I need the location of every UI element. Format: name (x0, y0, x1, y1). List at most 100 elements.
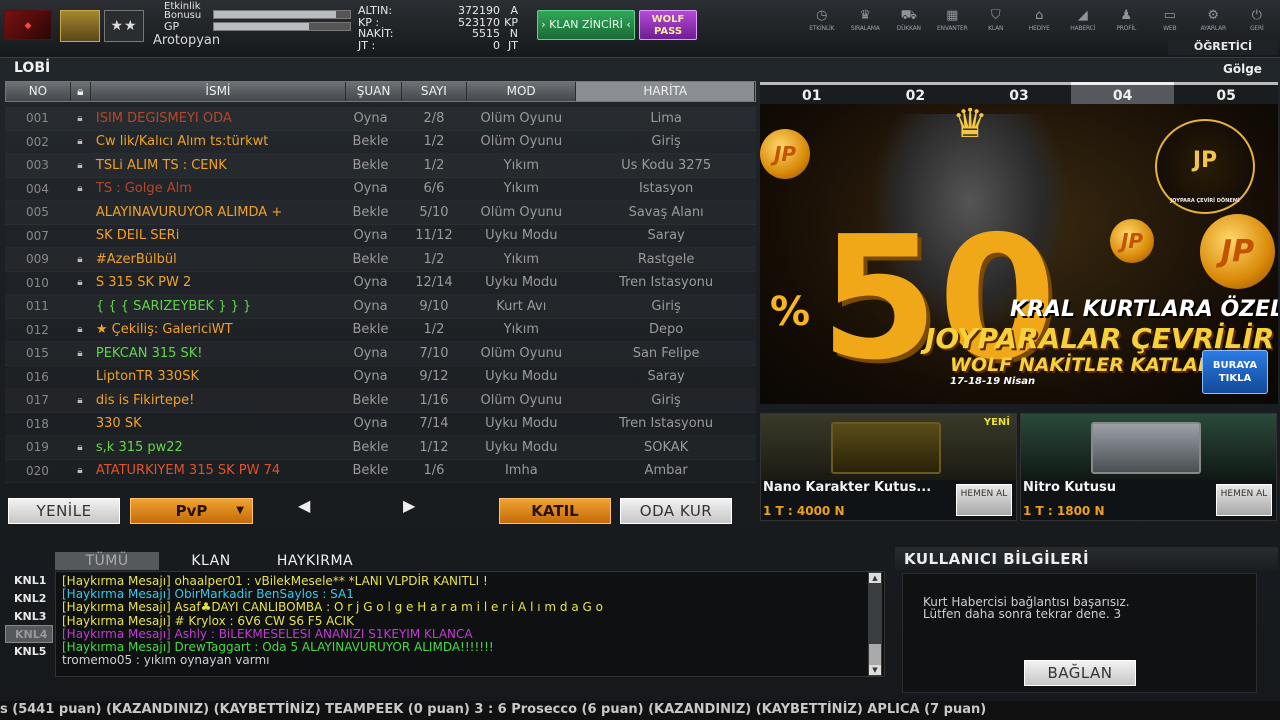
column-name[interactable]: İSMİ (91, 82, 347, 101)
banner-tab-05[interactable]: 05 (1174, 82, 1278, 104)
promo-banner[interactable]: ♛ 50 % JP JP JP JP JOYPARA ÇEVİRİ DÖNEMİ … (760, 104, 1278, 404)
tutor-button[interactable]: ÖĞRETİCİ (1168, 39, 1278, 55)
column-mode[interactable]: MOD (467, 82, 577, 101)
room-row[interactable]: 012 🔒︎ ★ Çekiliş: GalericiWT Bekle 1/2 Yıkım D… (5, 319, 756, 343)
room-map: Giriş (651, 298, 681, 314)
banner-tabs: 01 02 03 04 05 (760, 82, 1278, 104)
room-name: TS : Golge Alm (95, 181, 192, 197)
power-icon: ⏻ (1251, 8, 1262, 23)
chat-tab[interactable]: KLAN (159, 552, 263, 570)
klan-chain-button[interactable]: › KLAN ZİNCİRİ ‹ (537, 10, 635, 40)
nav-gift[interactable]: ⌂ HEDİYE (1018, 8, 1062, 38)
banner-tab-02[interactable]: 02 (863, 82, 968, 104)
banner-tab-01[interactable]: 01 (760, 82, 864, 104)
connect-button[interactable]: BAĞLAN (1024, 660, 1136, 686)
shop-item[interactable]: Nitro Kutusu 1 T : 1800 N HEMEN AL (1020, 413, 1277, 521)
cart-icon: ⛟ (900, 8, 917, 23)
currency-unit: A (510, 4, 518, 17)
nav-clock[interactable]: ◷ ETKİNLİK (800, 8, 844, 38)
create-room-button[interactable]: ODA KUR (620, 498, 732, 524)
nav-power[interactable]: ⏻ GERİ (1235, 8, 1279, 38)
user-info-line-2: Lütfen daha sonra tekrar dene. 3 (923, 607, 1122, 621)
chat-tab[interactable]: TÜMÜ (55, 552, 159, 570)
room-row[interactable]: 019 🔒︎ s,k 315 pw22 Bekle 1/12 Uyku Modu SOKAK (5, 436, 756, 460)
room-row[interactable]: 004 🔒︎ TS : Golge Alm Oyna 6/6 Yıkım İstasyon (5, 178, 756, 202)
buy-now-button[interactable]: HEMEN AL (1216, 484, 1272, 516)
room-status: Oyna (353, 345, 388, 361)
room-row[interactable]: 010 🔒︎ S 315 SK PW 2 Oyna 12/14 Uyku Modu Tren… (5, 272, 756, 296)
mode-select[interactable]: PvP ▼ (130, 498, 253, 524)
nav-label: GERİ (1249, 25, 1264, 32)
shop-item[interactable]: YENİ Nano Karakter Kutus... 1 T : 4000 N… (760, 413, 1017, 521)
channel-item[interactable]: KNL1 (5, 572, 53, 590)
channel-item[interactable]: KNL5 (5, 643, 53, 661)
channel-item[interactable]: KNL4 (5, 625, 53, 644)
scroll-thumb[interactable] (869, 644, 881, 666)
room-row[interactable]: 001 🔒︎ ISIM DEGISMEYI ODA Oyna 2/8 Ölüm Oyunu… (5, 107, 756, 131)
top-bar: ◆ ★★ Etkinlik Bonusu GP Arotopyan ALTIN:… (0, 0, 1280, 58)
column-status[interactable]: ŞUAN (346, 82, 402, 101)
channel-item[interactable]: KNL2 (5, 590, 53, 608)
room-number: 009 (26, 252, 49, 267)
banner-tab-03[interactable]: 03 (967, 82, 1071, 104)
room-player-count: 1/2 (423, 322, 445, 338)
chat-scrollbar[interactable]: ▲ ▼ (868, 572, 882, 676)
nav-clan-shield[interactable]: ⛉ KLAN (974, 8, 1018, 38)
rank-badge-icon[interactable] (60, 10, 100, 42)
room-row[interactable]: 015 🔒︎ PEKCAN 315 SK! Oyna 7/10 Ölüm Oyunu San… (5, 342, 756, 366)
nav-settings-gear[interactable]: ⚙ AYARLAR (1192, 8, 1236, 38)
nav-megaphone[interactable]: ◢ HABERCİ (1061, 8, 1105, 38)
banner-dates: 17-18-19 Nisan (950, 376, 1036, 387)
room-row[interactable]: 003 🔒︎ TSLi ALIM TS : CENK Bekle 1/2 Yıkım Üs … (5, 154, 756, 178)
chat-tab[interactable]: HAYKIRMA (263, 552, 367, 570)
buy-now-button[interactable]: HEMEN AL (956, 484, 1012, 516)
shop-item-image (1021, 414, 1276, 480)
event-bonus-bar (213, 10, 351, 19)
room-row[interactable]: 007 SK DEIL SERi Oyna 11/12 Uyku Modu Saray (5, 225, 756, 249)
room-row[interactable]: 005 ALAYINAVURUYOR ALIMDA + Bekle 5/10 Ölüm … (5, 201, 756, 225)
room-row[interactable]: 017 🔒︎ dis is Fikirtepe! Bekle 1/16 Ölüm Oyun… (5, 389, 756, 413)
crate-icon (1091, 422, 1201, 474)
currency-label: JT : (358, 38, 376, 52)
room-player-count: 9/12 (419, 369, 449, 385)
room-row[interactable]: 011 { { { SARIZEYBEK } } } Oyna 9/10 Kurt Av… (5, 295, 756, 319)
room-name: ★ Çekiliş: GalericiWT (95, 322, 233, 338)
wolf-pass-button[interactable]: WOLF PASS (639, 10, 697, 40)
room-name: TSLi ALIM TS : CENK (95, 157, 227, 173)
nav-profile[interactable]: ♟ PROFİL (1105, 8, 1149, 38)
nav-web[interactable]: ▭ WEB (1148, 8, 1192, 38)
room-map: Giriş (651, 392, 681, 408)
banner-cta-button[interactable]: BURAYA TIKLA (1202, 350, 1268, 394)
room-mode: Ölüm Oyunu (480, 110, 563, 126)
profile-icon: ♟ (1120, 8, 1133, 23)
prev-page-icon[interactable]: ◀ (298, 496, 310, 515)
room-number: 018 (26, 416, 49, 431)
rank-icon: ♛ (859, 8, 872, 23)
room-row[interactable]: 009 🔒︎ #AzerBülbül Bekle 1/2 Yıkım Rastgele (5, 248, 756, 272)
room-row[interactable]: 016 LiptonTR 330SK Oyna 9/12 Uyku Modu Saray (5, 366, 756, 390)
nav-cart[interactable]: ⛟ DÜKKAN (887, 8, 931, 38)
scroll-down-icon[interactable]: ▼ (869, 665, 881, 675)
refresh-button[interactable]: YENİLE (8, 498, 120, 524)
room-number: 015 (26, 346, 49, 361)
column-no[interactable]: NO (6, 82, 71, 101)
column-lock-icon[interactable]: 🔒︎ (71, 82, 91, 101)
chat-box[interactable]: [Haykırma Mesajı] ohaalper01 : vBilekMes… (55, 571, 885, 677)
room-map: Lima (650, 110, 682, 126)
column-count[interactable]: SAYI (402, 82, 467, 101)
join-button[interactable]: KATIL (499, 498, 611, 524)
room-row[interactable]: 018 330 SK Oyna 7/14 Uyku Modu Tren İstasyonu (5, 413, 756, 437)
nav-rank[interactable]: ♛ SIRALAMA (844, 8, 888, 38)
room-number: 012 (26, 322, 49, 337)
channel-item[interactable]: KNL3 (5, 608, 53, 626)
room-status: Oyna (353, 181, 388, 197)
room-mode: Yıkım (503, 251, 539, 267)
banner-tab-04[interactable]: 04 (1070, 82, 1175, 104)
room-player-count: 6/6 (423, 181, 445, 197)
nav-inventory[interactable]: ▦ ENVANTER (931, 8, 975, 38)
column-map[interactable]: HARİTA (576, 82, 755, 101)
next-page-icon[interactable]: ▶ (403, 496, 415, 515)
room-row[interactable]: 020 🔒︎ ATATURKIYEM 315 SK PW 74 Bekle 1/6 İmh… (5, 460, 756, 484)
scroll-up-icon[interactable]: ▲ (869, 573, 881, 583)
room-row[interactable]: 002 🔒︎ Cw lik/Kalıcı Alım ts:türkwt Bekle 1/… (5, 131, 756, 155)
